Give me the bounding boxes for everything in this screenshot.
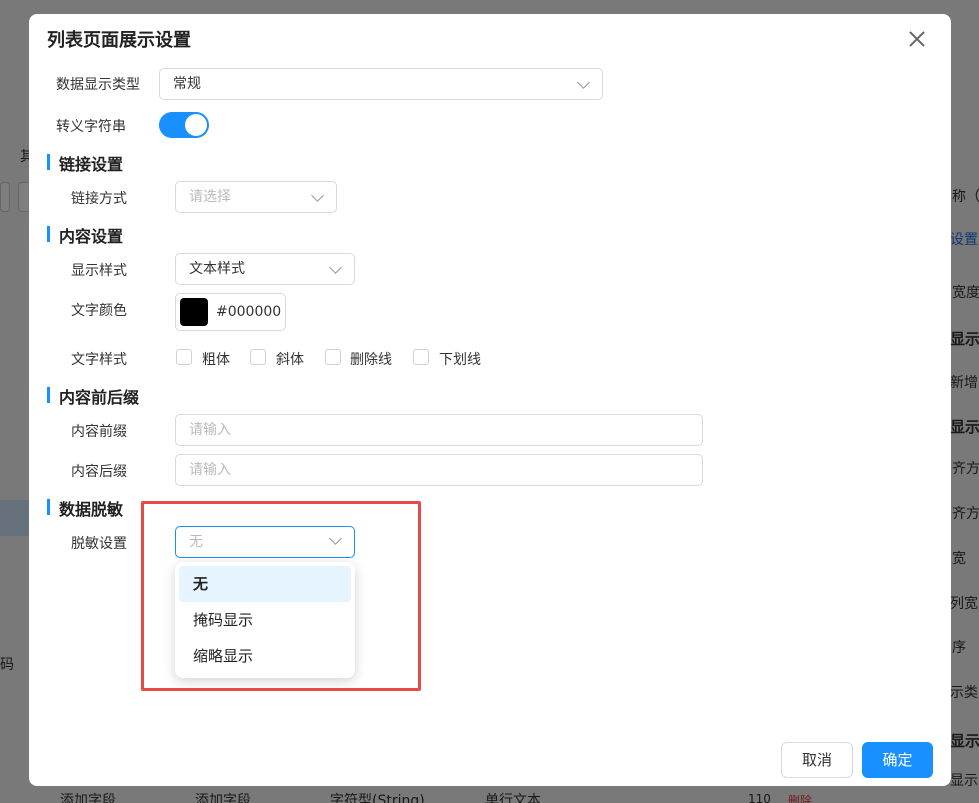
desensitize-label: 脱敏设置 [71, 536, 127, 552]
bold-checkbox[interactable] [176, 349, 192, 365]
text-color-picker[interactable]: #000000 [175, 293, 286, 331]
list-display-settings-dialog: 列表页面展示设置 数据显示类型 常规 转义字符串 链接设置 链接方式 请选择 内… [29, 14, 951, 786]
select-value: 文本样式 [189, 261, 245, 277]
italic-label: 斜体 [276, 352, 304, 368]
ok-button[interactable]: 确定 [862, 742, 933, 778]
escape-string-label: 转义字符串 [56, 119, 126, 135]
input-placeholder: 请输入 [189, 462, 231, 478]
color-value: #000000 [216, 304, 282, 320]
link-settings-heading: 链接设置 [47, 151, 123, 175]
prefix-input[interactable]: 请输入 [175, 414, 703, 446]
select-value: 常规 [173, 76, 201, 92]
strikethrough-label: 删除线 [350, 352, 392, 368]
escape-string-toggle[interactable] [159, 112, 209, 138]
underline-checkbox[interactable] [413, 349, 429, 365]
display-style-select[interactable]: 文本样式 [175, 253, 355, 285]
close-icon[interactable] [906, 28, 928, 50]
prefix-label: 内容前缀 [71, 424, 127, 440]
desensitize-heading: 数据脱敏 [47, 496, 123, 520]
underline-label: 下划线 [439, 352, 481, 368]
strikethrough-checkbox[interactable] [325, 349, 341, 365]
cancel-button[interactable]: 取消 [781, 742, 853, 778]
bold-label: 粗体 [202, 352, 230, 368]
suffix-input[interactable]: 请输入 [175, 454, 703, 486]
dialog-title: 列表页面展示设置 [47, 30, 191, 51]
link-method-select[interactable]: 请选择 [175, 181, 337, 213]
display-style-label: 显示样式 [71, 263, 127, 279]
text-color-label: 文字颜色 [71, 303, 127, 319]
affix-settings-heading: 内容前后缀 [47, 384, 139, 408]
annotation-highlight-box [141, 501, 421, 691]
suffix-label: 内容后缀 [71, 464, 127, 480]
data-display-type-label: 数据显示类型 [56, 77, 140, 93]
toggle-knob [185, 114, 207, 136]
chevron-down-icon [577, 76, 590, 89]
select-placeholder: 请选择 [189, 189, 231, 205]
italic-checkbox[interactable] [250, 349, 266, 365]
chevron-down-icon [329, 261, 342, 274]
data-display-type-select[interactable]: 常规 [159, 68, 603, 100]
chevron-down-icon [311, 189, 324, 202]
text-style-label: 文字样式 [71, 352, 127, 368]
color-swatch [180, 298, 208, 326]
link-method-label: 链接方式 [71, 191, 127, 207]
input-placeholder: 请输入 [189, 422, 231, 438]
content-settings-heading: 内容设置 [47, 223, 123, 247]
